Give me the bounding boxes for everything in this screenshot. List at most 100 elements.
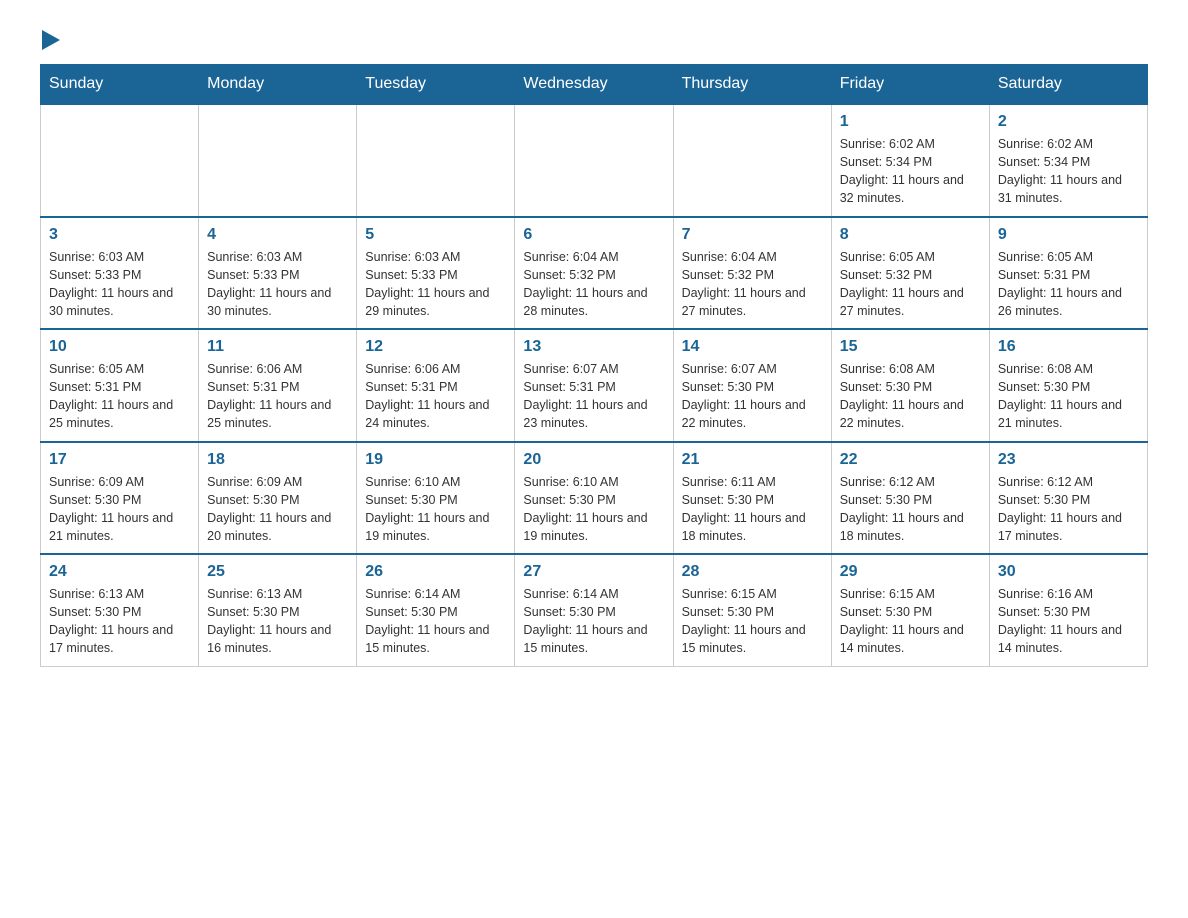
calendar-cell: 13 Sunrise: 6:07 AMSunset: 5:31 PMDayligh…	[515, 329, 673, 442]
calendar-cell: 17 Sunrise: 6:09 AMSunset: 5:30 PMDayligh…	[41, 442, 199, 555]
calendar-cell: 23 Sunrise: 6:12 AMSunset: 5:30 PMDayligh…	[989, 442, 1147, 555]
calendar-cell: 28 Sunrise: 6:15 AMSunset: 5:30 PMDayligh…	[673, 554, 831, 666]
calendar-cell: 5 Sunrise: 6:03 AMSunset: 5:33 PMDaylight…	[357, 217, 515, 330]
calendar-cell: 24Sunrise: 6:13 AMSunset: 5:30 PMDayligh…	[41, 554, 199, 666]
day-info: Sunrise: 6:08 AMSunset: 5:30 PMDaylight:…	[840, 360, 981, 433]
calendar-cell: 10Sunrise: 6:05 AMSunset: 5:31 PMDayligh…	[41, 329, 199, 442]
calendar-header-sunday: Sunday	[41, 65, 199, 105]
day-info: Sunrise: 6:07 AMSunset: 5:31 PMDaylight:…	[523, 360, 664, 433]
day-info: Sunrise: 6:15 AMSunset: 5:30 PMDaylight:…	[682, 585, 823, 658]
calendar-cell: 22 Sunrise: 6:12 AMSunset: 5:30 PMDayligh…	[831, 442, 989, 555]
day-info: Sunrise: 6:06 AMSunset: 5:31 PMDaylight:…	[365, 360, 506, 433]
day-number: 9	[998, 226, 1139, 244]
day-number: 4	[207, 226, 348, 244]
day-number: 8	[840, 226, 981, 244]
day-info: Sunrise: 6:09 AMSunset: 5:30 PMDaylight:…	[49, 473, 190, 546]
day-info: Sunrise: 6:05 AMSunset: 5:32 PMDaylight:…	[840, 248, 981, 321]
calendar-cell: 12 Sunrise: 6:06 AMSunset: 5:31 PMDayligh…	[357, 329, 515, 442]
day-info: Sunrise: 6:06 AMSunset: 5:31 PMDaylight:…	[207, 360, 348, 433]
day-number: 2	[998, 113, 1139, 131]
page-header	[40, 30, 1148, 44]
calendar-cell: 3Sunrise: 6:03 AMSunset: 5:33 PMDaylight…	[41, 217, 199, 330]
calendar-cell: 7 Sunrise: 6:04 AMSunset: 5:32 PMDaylight…	[673, 217, 831, 330]
week-row-5: 24Sunrise: 6:13 AMSunset: 5:30 PMDayligh…	[41, 554, 1148, 666]
day-info: Sunrise: 6:16 AMSunset: 5:30 PMDaylight:…	[998, 585, 1139, 658]
calendar-header-wednesday: Wednesday	[515, 65, 673, 105]
calendar-cell	[673, 104, 831, 217]
day-info: Sunrise: 6:15 AMSunset: 5:30 PMDaylight:…	[840, 585, 981, 658]
day-number: 23	[998, 451, 1139, 469]
day-info: Sunrise: 6:09 AMSunset: 5:30 PMDaylight:…	[207, 473, 348, 546]
calendar-cell: 8 Sunrise: 6:05 AMSunset: 5:32 PMDaylight…	[831, 217, 989, 330]
week-row-2: 3 Sunrise: 6:03 AMSunset: 5:33 PMDaylight…	[41, 217, 1148, 330]
calendar-cell: 11 Sunrise: 6:06 AMSunset: 5:31 PMDayligh…	[199, 329, 357, 442]
calendar-header-monday: Monday	[199, 65, 357, 105]
day-number: 15	[840, 338, 981, 356]
day-info: Sunrise: 6:12 AMSunset: 5:30 PMDaylight:…	[998, 473, 1139, 546]
calendar-cell: 14 Sunrise: 6:07 AMSunset: 5:30 PMDayligh…	[673, 329, 831, 442]
calendar-cell: 30 Sunrise: 6:16 AMSunset: 5:30 PMDayligh…	[989, 554, 1147, 666]
day-info: Sunrise: 6:04 AMSunset: 5:32 PMDaylight:…	[523, 248, 664, 321]
day-info: Sunrise: 6:08 AMSunset: 5:30 PMDaylight:…	[998, 360, 1139, 433]
day-number: 1	[840, 113, 981, 131]
day-number: 20	[523, 451, 664, 469]
calendar-cell: 25 Sunrise: 6:13 AMSunset: 5:30 PMDayligh…	[199, 554, 357, 666]
calendar-cell: 16Sunrise: 6:08 AMSunset: 5:30 PMDayligh…	[989, 329, 1147, 442]
day-number: 19	[365, 451, 506, 469]
day-number: 26	[365, 563, 506, 581]
day-info: Sunrise: 6:04 AMSunset: 5:32 PMDaylight:…	[682, 248, 823, 321]
day-number: 13	[523, 338, 664, 356]
logo-arrow-icon	[42, 30, 60, 50]
day-info: Sunrise: 6:14 AMSunset: 5:30 PMDaylight:…	[365, 585, 506, 658]
calendar-cell: 18 Sunrise: 6:09 AMSunset: 5:30 PMDayligh…	[199, 442, 357, 555]
calendar-table: SundayMondayTuesdayWednesdayThursdayFrid…	[40, 64, 1148, 667]
day-info: Sunrise: 6:14 AMSunset: 5:30 PMDaylight:…	[523, 585, 664, 658]
day-number: 18	[207, 451, 348, 469]
day-number: 22	[840, 451, 981, 469]
calendar-cell: 6Sunrise: 6:04 AMSunset: 5:32 PMDaylight…	[515, 217, 673, 330]
day-number: 11	[207, 338, 348, 356]
day-number: 25	[207, 563, 348, 581]
day-number: 7	[682, 226, 823, 244]
calendar-cell: 9 Sunrise: 6:05 AMSunset: 5:31 PMDaylight…	[989, 217, 1147, 330]
day-info: Sunrise: 6:10 AMSunset: 5:30 PMDaylight:…	[365, 473, 506, 546]
calendar-header-tuesday: Tuesday	[357, 65, 515, 105]
week-row-3: 10Sunrise: 6:05 AMSunset: 5:31 PMDayligh…	[41, 329, 1148, 442]
calendar-cell: 20 Sunrise: 6:10 AMSunset: 5:30 PMDayligh…	[515, 442, 673, 555]
day-info: Sunrise: 6:02 AMSunset: 5:34 PMDaylight:…	[998, 135, 1139, 208]
calendar-cell	[515, 104, 673, 217]
calendar-header-row: SundayMondayTuesdayWednesdayThursdayFrid…	[41, 65, 1148, 105]
day-info: Sunrise: 6:02 AMSunset: 5:34 PMDaylight:…	[840, 135, 981, 208]
day-number: 5	[365, 226, 506, 244]
week-row-4: 17 Sunrise: 6:09 AMSunset: 5:30 PMDayligh…	[41, 442, 1148, 555]
day-info: Sunrise: 6:10 AMSunset: 5:30 PMDaylight:…	[523, 473, 664, 546]
day-info: Sunrise: 6:13 AMSunset: 5:30 PMDaylight:…	[207, 585, 348, 658]
day-info: Sunrise: 6:07 AMSunset: 5:30 PMDaylight:…	[682, 360, 823, 433]
calendar-cell	[357, 104, 515, 217]
calendar-cell: 2 Sunrise: 6:02 AMSunset: 5:34 PMDaylight…	[989, 104, 1147, 217]
day-number: 3	[49, 226, 190, 244]
day-number: 30	[998, 563, 1139, 581]
calendar-header-thursday: Thursday	[673, 65, 831, 105]
calendar-header-saturday: Saturday	[989, 65, 1147, 105]
day-number: 21	[682, 451, 823, 469]
day-info: Sunrise: 6:03 AMSunset: 5:33 PMDaylight:…	[207, 248, 348, 321]
day-info: Sunrise: 6:05 AMSunset: 5:31 PMDaylight:…	[998, 248, 1139, 321]
calendar-cell	[199, 104, 357, 217]
calendar-cell: 1 Sunrise: 6:02 AMSunset: 5:34 PMDaylight…	[831, 104, 989, 217]
calendar-cell: 15 Sunrise: 6:08 AMSunset: 5:30 PMDayligh…	[831, 329, 989, 442]
day-number: 27	[523, 563, 664, 581]
calendar-cell: 27 Sunrise: 6:14 AMSunset: 5:30 PMDayligh…	[515, 554, 673, 666]
day-number: 28	[682, 563, 823, 581]
calendar-cell: 21Sunrise: 6:11 AMSunset: 5:30 PMDayligh…	[673, 442, 831, 555]
day-number: 17	[49, 451, 190, 469]
logo	[40, 30, 104, 44]
day-info: Sunrise: 6:13 AMSunset: 5:30 PMDaylight:…	[49, 585, 190, 658]
day-info: Sunrise: 6:12 AMSunset: 5:30 PMDaylight:…	[840, 473, 981, 546]
day-number: 12	[365, 338, 506, 356]
day-info: Sunrise: 6:03 AMSunset: 5:33 PMDaylight:…	[365, 248, 506, 321]
calendar-cell	[41, 104, 199, 217]
calendar-cell: 4 Sunrise: 6:03 AMSunset: 5:33 PMDaylight…	[199, 217, 357, 330]
day-number: 29	[840, 563, 981, 581]
day-number: 14	[682, 338, 823, 356]
